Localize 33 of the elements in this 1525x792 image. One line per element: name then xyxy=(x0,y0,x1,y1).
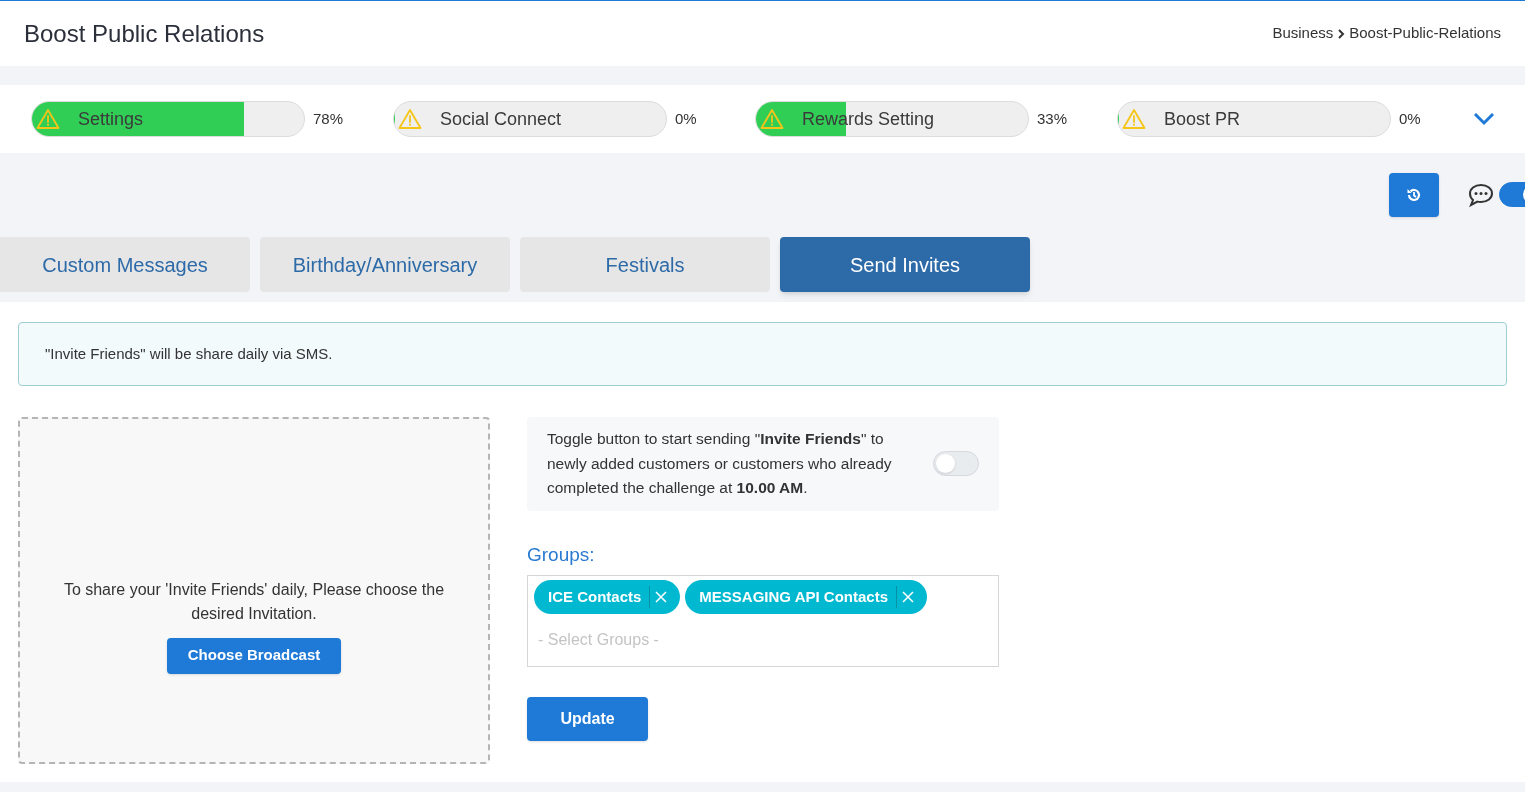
chat-icon xyxy=(1467,181,1495,208)
groups-select[interactable]: ICE Contacts MESSAGING API Contacts - Select Groups - xyxy=(527,575,999,667)
progress-label: Boost PR xyxy=(1164,107,1241,131)
tab[interactable]: Birthday/Anniversary xyxy=(260,237,510,292)
history-button[interactable] xyxy=(1389,172,1439,217)
progress-label: Settings xyxy=(78,107,144,131)
info-alert: "Invite Friends" will be share daily via SMS. xyxy=(18,322,1507,386)
groups-placeholder: - Select Groups - xyxy=(537,630,660,650)
warning-icon xyxy=(760,108,784,130)
groups-label: Groups: xyxy=(527,542,596,567)
tab[interactable]: Send Invites xyxy=(780,237,1030,292)
invitation-text: To share your 'Invite Friends' daily, Please choose the desired Invitation. xyxy=(62,579,446,624)
auto-send-text: Toggle button to start sending "Invite Friends" to newly added customers or customers who already completed the challenge at 10.00 AM. xyxy=(547,429,893,498)
chevron-right-icon xyxy=(1337,28,1346,39)
chevron-down-icon[interactable] xyxy=(1473,112,1495,126)
progress-reading: 0% xyxy=(675,108,698,129)
tab[interactable]: Custom Messages xyxy=(0,237,250,292)
choose-broadcast-button[interactable]: Choose Broadcast xyxy=(166,637,342,674)
warning-icon xyxy=(1122,108,1146,130)
group-tag-label: MESSAGING API Contacts xyxy=(699,585,897,609)
tab[interactable]: Festivals xyxy=(520,237,770,292)
progress-reading: 0% xyxy=(1399,108,1422,129)
progress-reading: 33% xyxy=(1037,108,1069,129)
page-title: Boost Public Relations xyxy=(24,18,265,49)
group-tag-label: ICE Contacts xyxy=(548,585,651,609)
breadcrumb-link[interactable]: Business xyxy=(1272,22,1334,45)
progress-label: Social Connect xyxy=(440,107,562,131)
breadcrumb-current: Boost-Public-Relations xyxy=(1349,23,1501,44)
auto-send-toggle[interactable] xyxy=(933,451,979,477)
progress-reading: 78% xyxy=(313,108,345,129)
update-button[interactable]: Update xyxy=(527,697,648,741)
warning-icon xyxy=(36,108,60,130)
warning-icon xyxy=(398,108,422,130)
